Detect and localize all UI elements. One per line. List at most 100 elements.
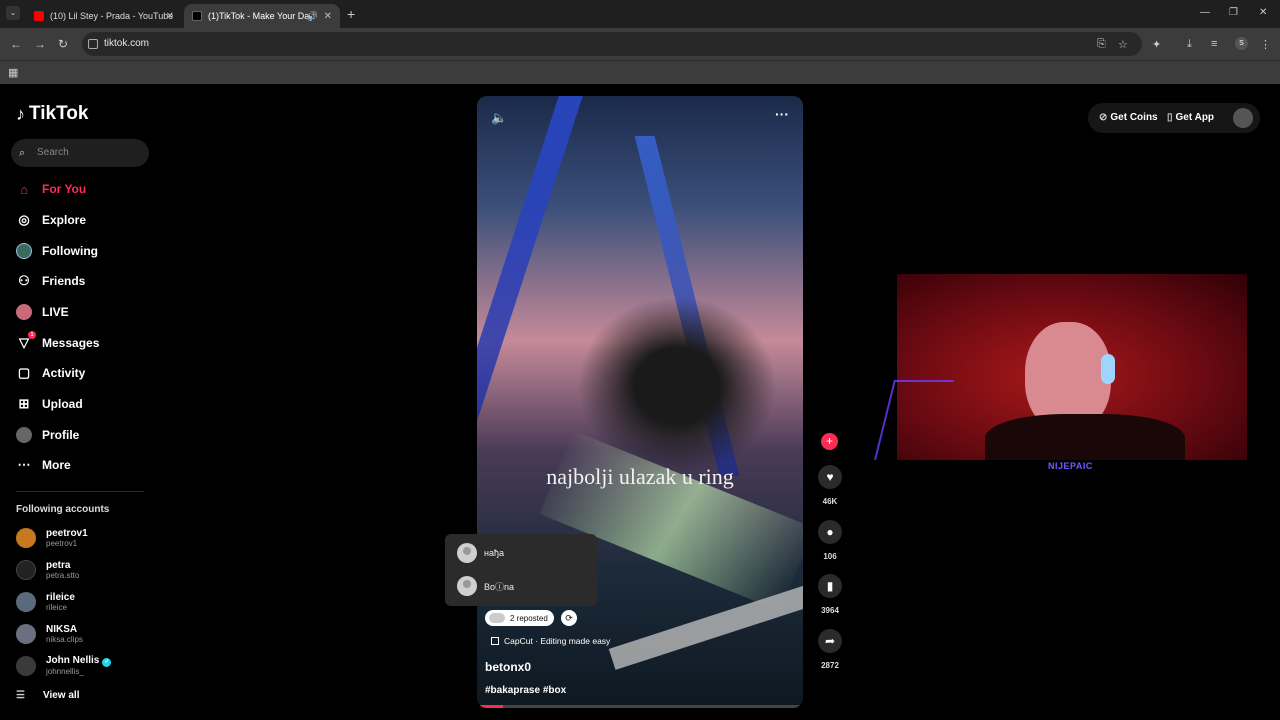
get-coins-label: Get Coins xyxy=(1110,112,1158,123)
address-bar[interactable]: tiktok.com xyxy=(82,32,1142,56)
following-avatar-icon xyxy=(16,243,32,259)
get-coins-button[interactable]: ⊘ Get Coins xyxy=(1099,112,1158,123)
bookmark-icon: ▮ xyxy=(818,574,842,598)
avatar xyxy=(16,560,36,580)
search-input[interactable]: ⌕ Search xyxy=(11,139,149,167)
speaker-icon[interactable]: 🔊 xyxy=(307,11,318,22)
new-tab-button[interactable]: + xyxy=(347,6,355,22)
youtube-favicon-icon xyxy=(34,11,44,21)
sidebar-item-explore[interactable]: ◎ Explore xyxy=(16,210,86,230)
tab-youtube[interactable]: (10) Lil Stey - Prada - YouTube ✕ xyxy=(26,4,182,28)
avatar xyxy=(16,656,36,676)
sidebar-item-label: Profile xyxy=(42,428,80,442)
webcam-overlay xyxy=(897,274,1247,460)
video-caption-overlay: najbolji ulazak u ring xyxy=(546,464,734,489)
coin-icon: ⊘ xyxy=(1099,112,1108,123)
tiktok-logo[interactable]: ♪ TikTok xyxy=(16,103,88,125)
extensions-icon[interactable]: ✦ xyxy=(1152,38,1161,51)
back-icon[interactable]: ← xyxy=(10,37,22,51)
repost-user-name: Boⓘna xyxy=(484,581,515,592)
view-all-link[interactable]: ☰ View all xyxy=(16,690,79,701)
account-name: NIKSA xyxy=(46,623,78,635)
logo-text: TikTok xyxy=(29,103,89,124)
more-icon: ⋯ xyxy=(17,457,31,472)
follow-plus-button[interactable]: + xyxy=(821,433,838,450)
site-info-icon[interactable] xyxy=(88,39,98,49)
video-progress-fill xyxy=(477,705,504,708)
repost-icon[interactable]: ⟳ xyxy=(561,610,577,626)
get-app-button[interactable]: ▯ Get App xyxy=(1167,112,1214,123)
friends-icon: ⚇ xyxy=(18,273,30,288)
sidebar-item-more[interactable]: ⋯ More xyxy=(16,455,71,475)
verified-badge-icon: ✓ xyxy=(102,658,112,667)
sidebar-item-activity[interactable]: ▢ Activity xyxy=(16,363,86,383)
video-progress-bar[interactable] xyxy=(477,705,803,708)
close-window-icon[interactable]: ✕ xyxy=(1259,7,1267,18)
avatar xyxy=(16,624,36,644)
account-item[interactable]: rileice rileice xyxy=(16,590,75,614)
account-name: petra xyxy=(46,559,71,571)
sidebar-item-upload[interactable]: ⊞ Upload xyxy=(16,394,83,414)
video-author[interactable]: betonx0 xyxy=(485,660,531,674)
download-icon[interactable]: ⤓ xyxy=(1187,38,1192,51)
apps-grid-icon[interactable]: ▦ xyxy=(8,66,18,79)
account-handle: johnnellis_ xyxy=(46,667,84,676)
sidebar-item-following[interactable]: Following xyxy=(16,241,98,261)
sidebar-item-label: Activity xyxy=(42,366,86,380)
account-item[interactable]: John Nellis ✓ johnnellis_ xyxy=(16,654,112,678)
repost-user-row[interactable]: Boⓘna xyxy=(457,575,514,597)
tiktok-note-icon: ♪ xyxy=(16,103,25,124)
sidebar-item-live[interactable]: LIVE xyxy=(16,302,69,322)
forward-icon[interactable]: → xyxy=(34,37,46,51)
sidebar-item-friends[interactable]: ⚇ Friends xyxy=(16,271,85,291)
video-player[interactable]: 🔈 ··· najbolji ulazak u ring 2 reposted … xyxy=(477,96,803,708)
account-handle: peetrov1 xyxy=(46,538,78,548)
install-app-icon[interactable]: ⎘ xyxy=(1097,38,1106,51)
tiktok-favicon-icon xyxy=(192,11,202,21)
sidebar-item-label: Messages xyxy=(42,336,100,350)
save-button[interactable]: ▮ 3964 xyxy=(813,574,847,615)
user-avatar[interactable] xyxy=(1233,108,1253,128)
sidebar-item-profile[interactable]: Profile xyxy=(16,425,79,445)
account-item[interactable]: petra petra.stto xyxy=(16,558,79,582)
list-icon: ☰ xyxy=(16,690,25,701)
bookmark-star-icon[interactable]: ☆ xyxy=(1118,38,1128,51)
minimize-icon[interactable]: — xyxy=(1200,7,1210,18)
repost-user-row[interactable]: нађа xyxy=(457,542,504,564)
account-item[interactable]: NIKSA niksa.clips xyxy=(16,622,83,646)
media-controls-icon[interactable]: ≡ xyxy=(1211,38,1217,50)
reload-icon[interactable]: ↻ xyxy=(58,37,68,51)
maximize-icon[interactable]: ❐ xyxy=(1229,7,1238,18)
profile-icon xyxy=(16,427,32,443)
close-tab-icon[interactable]: ✕ xyxy=(166,11,174,22)
browser-tab-strip: ⌄ (10) Lil Stey - Prada - YouTube ✕ (1)T… xyxy=(0,0,1280,28)
video-hashtags[interactable]: #bakaprase #box xyxy=(485,685,566,696)
close-tab-icon[interactable]: ✕ xyxy=(324,11,332,22)
divider xyxy=(16,491,144,492)
browser-menu-icon[interactable]: ⋮ xyxy=(1260,38,1271,51)
tab-search-button[interactable]: ⌄ xyxy=(6,6,20,20)
tab-tiktok[interactable]: (1)TikTok - Make Your Day 🔊 ✕ xyxy=(184,4,340,28)
comment-button[interactable]: ● 106 xyxy=(813,520,847,561)
browser-toolbar: ← → ↻ tiktok.com ⎘ ☆ ✦ ⤓ ≡ ⋮ xyxy=(0,28,1280,60)
account-name: peetrov1 xyxy=(46,527,88,539)
like-button[interactable]: ♥ 46K xyxy=(813,465,847,506)
sidebar-item-messages[interactable]: ▽ 1 Messages xyxy=(16,331,100,353)
compass-icon: ◎ xyxy=(18,212,30,227)
reposter-avatars xyxy=(489,613,505,623)
comment-count: 106 xyxy=(823,552,837,561)
capcut-anchor[interactable]: CapCut · Editing made easy xyxy=(491,636,610,646)
account-name: John Nellis xyxy=(46,655,100,666)
reposted-pill[interactable]: 2 reposted xyxy=(485,610,554,626)
like-count: 46K xyxy=(822,497,838,506)
volume-icon[interactable]: 🔈 xyxy=(491,110,507,126)
share-button[interactable]: ➦ 2872 xyxy=(813,629,847,670)
account-handle: petra.stto xyxy=(46,570,80,580)
more-options-icon[interactable]: ··· xyxy=(775,106,789,122)
sidebar-item-for-you[interactable]: ⌂ For You xyxy=(16,179,86,199)
sidebar-item-label: For You xyxy=(42,182,87,196)
account-item[interactable]: peetrov1 peetrov1 xyxy=(16,526,88,550)
account-handle: rileice xyxy=(46,602,67,612)
messages-icon: ▽ 1 xyxy=(16,331,36,351)
browser-profile-avatar[interactable]: S xyxy=(1235,37,1248,50)
